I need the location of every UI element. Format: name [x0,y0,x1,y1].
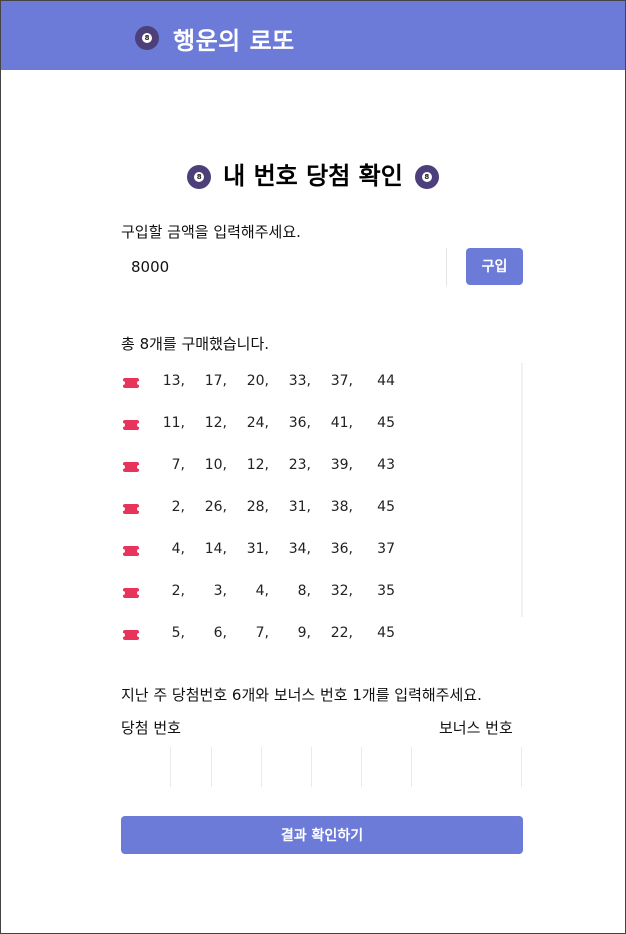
ticket-number: 28, [246,499,269,515]
ticket-number: 2, [171,583,185,599]
ticket-number: 44 [377,373,395,389]
purchase-amount-input[interactable] [121,248,447,286]
buy-button[interactable]: 구입 [466,248,523,285]
ticket-number: 22, [330,625,353,641]
ticket-number: 6, [213,625,227,641]
ticket-number: 31, [288,499,311,515]
winning-number-input-1[interactable] [133,747,171,787]
ticket-number: 7, [255,625,269,641]
bonus-number-input[interactable] [484,747,522,787]
ticket-number: 45 [377,415,395,431]
ticket-number: 32, [330,583,353,599]
ticket-number: 43 [377,457,395,473]
ticket-icon [121,462,141,472]
ticket-number: 11, [162,415,185,431]
ticket-row: 7, 10, 12, 23, 39, 43 [121,455,501,479]
ticket-number: 13, [162,373,185,389]
ticket-number: 7, [171,457,185,473]
page-title-text: 내 번호 당첨 확인 [223,162,403,190]
ticket-number: 35 [377,583,395,599]
ticket-row: 5, 6, 7, 9, 22, 45 [121,623,501,647]
winning-prompt: 지난 주 당첨번호 6개와 보너스 번호 1개를 입력해주세요. [121,686,482,704]
ticket-number: 14, [204,541,227,557]
ticket-number: 26, [204,499,227,515]
ticket-number: 2, [171,499,185,515]
check-result-button[interactable]: 결과 확인하기 [121,816,523,854]
ticket-row: 2, 3, 4, 8, 32, 35 [121,581,501,605]
ticket-number: 8, [297,583,311,599]
purchase-summary: 총 8개를 구매했습니다. [121,335,270,353]
ticket-number: 9, [297,625,311,641]
ticket-row: 4, 14, 31, 34, 36, 37 [121,539,501,563]
ticket-icon [121,588,141,598]
winning-number-input-3[interactable] [224,747,262,787]
lotto-ball-icon: 8 [135,26,159,50]
ticket-number: 17, [204,373,227,389]
ticket-number: 34, [288,541,311,557]
ticket-number: 24, [246,415,269,431]
ticket-number: 4, [171,541,185,557]
lotto-ball-icon: 8 [414,165,439,189]
page-title: 8 내 번호 당첨 확인 8 [1,156,625,191]
ticket-number: 23, [288,457,311,473]
ticket-number: 45 [377,625,395,641]
ticket-number: 12, [204,415,227,431]
ticket-row: 2, 26, 28, 31, 38, 45 [121,497,501,521]
ticket-number: 45 [377,499,395,515]
ticket-number: 20, [246,373,269,389]
ticket-icon [121,420,141,430]
ticket-number: 4, [255,583,269,599]
winning-number-input-6[interactable] [374,747,412,787]
ticket-list[interactable]: 13, 17, 20, 33, 37, 44 11, 12, 24, 36, 41, 45 7, 10, 1… [121,363,523,641]
ticket-number: 10, [204,457,227,473]
ticket-number: 39, [330,457,353,473]
ticket-icon [121,378,141,388]
bonus-number-label: 보너스 번호 [439,719,513,737]
ticket-icon [121,546,141,556]
app-header: 8 행운의 로또 [1,1,625,70]
ticket-number: 5, [171,625,185,641]
ticket-number: 12, [246,457,269,473]
purchase-prompt: 구입할 금액을 입력해주세요. [121,223,301,241]
ticket-number: 37 [377,541,395,557]
winning-number-input-4[interactable] [274,747,312,787]
ticket-number: 36, [330,541,353,557]
ticket-number: 3, [213,583,227,599]
ticket-number: 41, [330,415,353,431]
winning-numbers-label: 당첨 번호 [121,719,181,737]
ticket-row: 13, 17, 20, 33, 37, 44 [121,371,501,395]
ticket-number: 38, [330,499,353,515]
ticket-number: 37, [330,373,353,389]
ticket-icon [121,504,141,514]
winning-number-input-2[interactable] [174,747,212,787]
lotto-ball-icon: 8 [187,165,212,189]
ticket-number: 33, [288,373,311,389]
ticket-icon [121,630,141,640]
app-title: 행운의 로또 [173,27,295,55]
ticket-row: 11, 12, 24, 36, 41, 45 [121,413,501,437]
ticket-number: 36, [288,415,311,431]
ticket-number: 31, [246,541,269,557]
winning-number-input-5[interactable] [324,747,362,787]
